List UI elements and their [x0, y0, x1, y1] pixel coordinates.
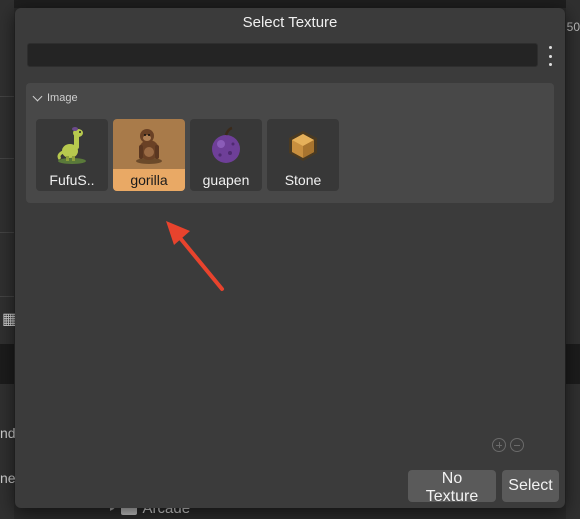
group-header[interactable]: Image	[32, 91, 78, 104]
texture-tile-guapen[interactable]: guapen	[190, 119, 262, 191]
tile-label: FufuS..	[49, 172, 95, 188]
search-input[interactable]	[27, 43, 538, 67]
annotation-arrow-icon	[166, 221, 224, 291]
select-texture-dialog: Select Texture Image FufuS.. gorilla gua…	[15, 8, 565, 508]
purple-fruit-icon	[212, 126, 240, 163]
texture-group-image: Image FufuS.. gorilla guapen Stone	[26, 83, 554, 203]
chevron-down-icon	[32, 91, 43, 101]
texture-tile-stone[interactable]: Stone	[267, 119, 339, 191]
background-topbar	[0, 0, 580, 8]
background-divider	[0, 96, 14, 97]
tile-label: gorilla	[113, 169, 185, 191]
background-divider	[0, 296, 14, 297]
background-label: ne	[0, 470, 16, 486]
background-band	[566, 344, 580, 384]
background-divider	[0, 232, 14, 233]
zoom-controls	[492, 438, 524, 452]
texture-grid: FufuS.. gorilla guapen Stone	[36, 119, 339, 191]
gorilla-icon	[136, 129, 162, 164]
background-divider	[0, 158, 14, 159]
texture-tile-fufus[interactable]: FufuS..	[36, 119, 108, 191]
zoom-in-icon[interactable]	[492, 438, 506, 452]
texture-tile-gorilla[interactable]: gorilla	[113, 119, 185, 191]
tile-label: guapen	[202, 172, 250, 188]
background-number: 50	[566, 20, 580, 34]
zoom-out-icon[interactable]	[510, 438, 524, 452]
background-band	[0, 344, 14, 384]
background-left-panel	[0, 0, 14, 519]
dialog-title: Select Texture	[242, 14, 338, 31]
more-options-icon[interactable]	[545, 46, 555, 66]
dinosaur-icon	[57, 127, 86, 164]
tile-label: Stone	[284, 172, 322, 188]
background-right-panel	[566, 0, 580, 519]
group-label: Image	[47, 92, 78, 104]
select-button[interactable]: Select	[502, 470, 559, 502]
no-texture-button[interactable]: No Texture	[408, 470, 496, 505]
stone-block-icon	[289, 131, 317, 161]
